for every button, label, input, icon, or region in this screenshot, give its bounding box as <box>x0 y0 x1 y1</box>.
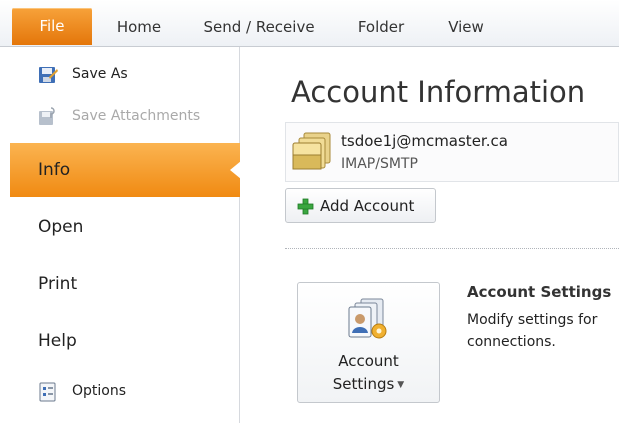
account-type: IMAP/SMTP <box>341 156 418 172</box>
nav-item-save-attachments[interactable]: Save Attachments <box>10 103 240 131</box>
tab-send-receive[interactable]: Send / Receive <box>196 10 322 44</box>
ribbon-tab-bar: File Home Send / Receive Folder View <box>0 0 619 47</box>
add-account-button[interactable]: Add Account <box>285 188 436 223</box>
info-panel: Account Information tsdoe1j@mcmaster.ca … <box>241 47 619 423</box>
tab-folder[interactable]: Folder <box>347 10 415 44</box>
plus-icon <box>297 198 314 215</box>
nav-item-label: Save As <box>72 66 128 82</box>
account-settings-label-line1: Account <box>338 352 399 370</box>
account-settings-button[interactable]: Account Settings ▼ <box>297 282 440 403</box>
nav-item-save-as[interactable]: Save As <box>10 61 240 89</box>
nav-item-help[interactable]: Help <box>10 314 240 368</box>
section-description-line1: Modify settings for <box>467 312 598 328</box>
nav-item-options[interactable]: Options <box>10 378 240 406</box>
section-description-line2: connections. <box>467 334 556 350</box>
dropdown-caret-icon: ▼ <box>397 380 405 390</box>
nav-item-open[interactable]: Open <box>10 200 240 254</box>
nav-item-label: Save Attachments <box>72 108 201 124</box>
nav-item-label: Options <box>72 383 127 399</box>
nav-item-info[interactable]: Info <box>10 143 241 197</box>
save-attachments-icon <box>38 107 58 127</box>
options-icon <box>38 382 58 402</box>
account-email: tsdoe1j@mcmaster.ca <box>341 132 508 150</box>
tab-file[interactable]: File <box>12 8 92 45</box>
account-settings-label-line2: Settings ▼ <box>298 375 439 393</box>
page-title: Account Information <box>291 75 586 109</box>
section-divider <box>285 248 619 249</box>
tab-view[interactable]: View <box>440 10 492 44</box>
account-selector[interactable]: tsdoe1j@mcmaster.ca IMAP/SMTP <box>285 122 619 182</box>
add-account-label: Add Account <box>320 197 415 215</box>
nav-item-print[interactable]: Print <box>10 257 240 311</box>
section-title: Account Settings <box>467 283 612 301</box>
backstage-nav: Save As Save Attachments Info Open Print… <box>10 47 241 423</box>
section-description: Modify settings for connections. <box>467 309 619 353</box>
save-as-icon <box>38 65 58 85</box>
account-settings-icon <box>345 297 393 343</box>
account-settings-label-line2-text: Settings <box>332 375 395 393</box>
tab-home[interactable]: Home <box>110 10 168 44</box>
account-folder-icon <box>290 129 334 173</box>
